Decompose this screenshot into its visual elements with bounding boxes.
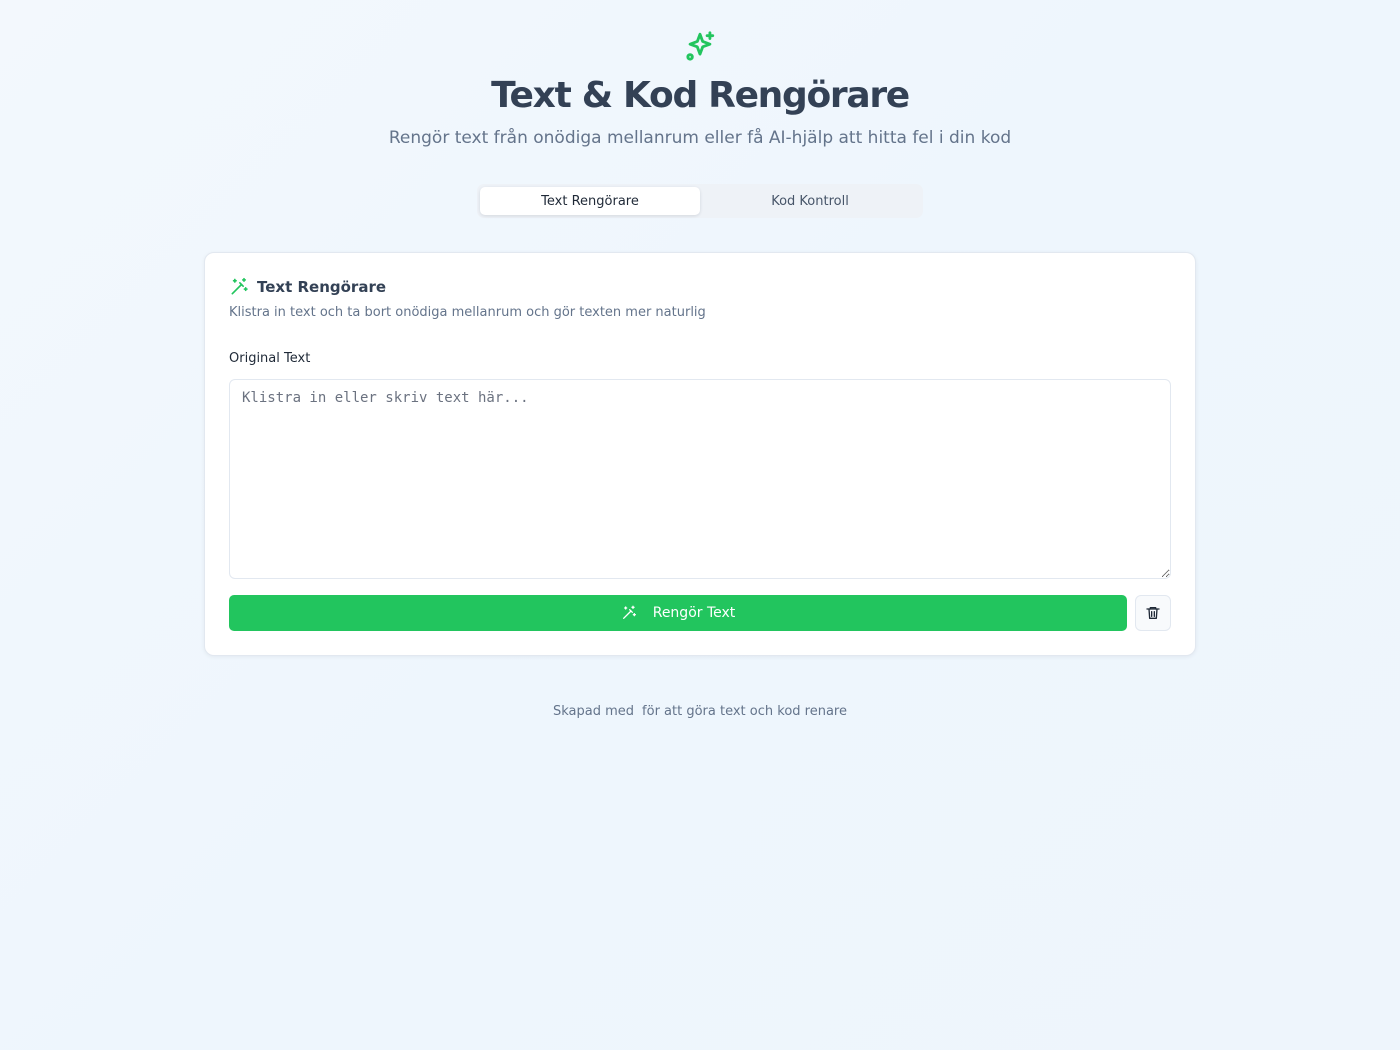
page-title: Text & Kod Rengörare [491, 75, 910, 116]
text-cleaner-card: Text Rengörare Klistra in text och ta bo… [204, 252, 1196, 656]
card-title: Text Rengörare [257, 278, 387, 296]
magic-wand-icon [622, 605, 636, 619]
original-text-input[interactable] [229, 379, 1171, 579]
card-description: Klistra in text och ta bort onödiga mell… [229, 305, 706, 320]
clean-text-button-label: Rengör Text [652, 605, 736, 621]
footer-text-before: Skapad med [553, 704, 635, 719]
tab-list: Text Rengörare Kod Kontroll [477, 184, 923, 218]
tab-text-cleaner[interactable]: Text Rengörare [480, 187, 700, 215]
sparkles-icon [686, 31, 715, 61]
original-text-label: Original Text [229, 351, 311, 366]
trash-icon [1146, 607, 1160, 619]
magic-wand-icon [231, 277, 248, 295]
tab-code-check[interactable]: Kod Kontroll [700, 187, 920, 215]
card-header: Text Rengörare [229, 277, 386, 297]
clear-text-button[interactable] [1135, 595, 1171, 631]
page-subtitle: Rengör text från onödiga mellanrum eller… [388, 128, 1012, 148]
footer: Skapad med för att göra text och kod rena… [0, 704, 1400, 719]
clean-text-button[interactable]: Rengör Text [229, 595, 1127, 631]
footer-text-after: för att göra text och kod renare [642, 704, 847, 719]
